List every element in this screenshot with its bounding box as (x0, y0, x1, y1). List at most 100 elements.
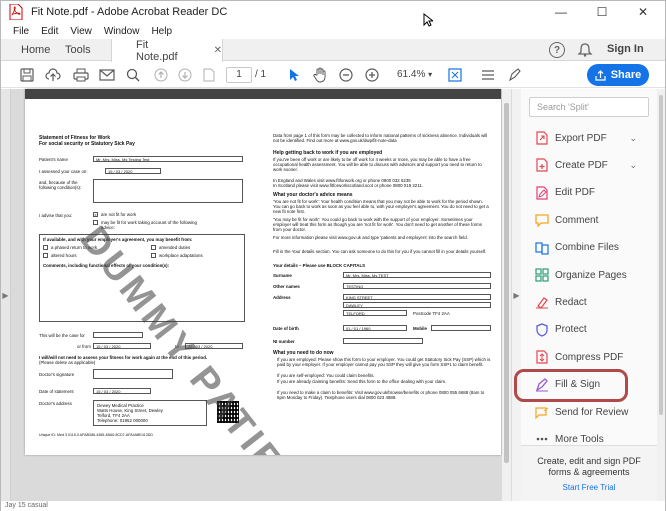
zoom-level-select[interactable]: 61.4% ▾ (397, 67, 432, 83)
tab-tools[interactable]: Tools (65, 39, 91, 61)
select-tool-button[interactable] (284, 65, 304, 85)
tools-scrollbar-thumb[interactable] (659, 95, 663, 415)
tools-pane: Search 'Split' Export PDF ⌄ Create PDF ⌄ Edi… (521, 89, 657, 501)
not-fit-checkbox[interactable]: x (93, 212, 98, 217)
patient-label: Patient's name (39, 157, 68, 162)
surname-field[interactable]: Mr, Mrs, Miss, Ms TEST (343, 272, 491, 278)
find-button[interactable] (123, 65, 143, 85)
tools-search-input[interactable]: Search 'Split' (529, 97, 649, 117)
your-details-heading: Your details – Please use BLOCK CAPITALS (273, 263, 366, 268)
tool-redact[interactable]: Redact (521, 291, 657, 313)
document-scrollbar[interactable] (502, 89, 511, 501)
tool-compress-pdf[interactable]: Compress PDF (521, 346, 657, 368)
chevron-down-icon[interactable]: ⌄ (629, 133, 637, 144)
scrollbar-thumb[interactable] (504, 103, 509, 463)
close-tab-icon[interactable]: ✕ (214, 45, 222, 56)
help-icon[interactable]: ? (549, 42, 565, 58)
tool-export-pdf[interactable]: Export PDF ⌄ (521, 127, 657, 149)
arrow-up-icon (154, 68, 168, 82)
help-text: If you've been off work or are likely to… (273, 157, 482, 173)
fit-page-button[interactable] (445, 65, 465, 85)
adaptations-label: workplace adaptations (159, 253, 203, 258)
maximize-button[interactable]: ☐ (582, 1, 622, 23)
claiming-bullet: If you are already claiming benefits: Se… (277, 379, 447, 384)
save-button[interactable] (17, 65, 37, 85)
page-icon (203, 68, 215, 82)
hand-tool-button[interactable] (310, 65, 330, 85)
date-statement-field[interactable]: 15 / 03 / 2020 (93, 388, 151, 394)
zoom-out-button[interactable] (336, 65, 356, 85)
tool-send-for-review[interactable]: Send for Review (521, 401, 657, 423)
tool-protect[interactable]: Protect (521, 319, 657, 341)
scotland-info: In Scotland please visit www.fitforworks… (273, 183, 424, 188)
dob-field[interactable]: 01 / 01 / 1960 (343, 325, 407, 331)
redact-icon (535, 295, 549, 310)
scroll-mode-icon (482, 70, 494, 80)
tool-comment[interactable]: Comment (521, 209, 657, 231)
share-label: Share (610, 69, 642, 81)
patient-name-field[interactable]: Mr, Mrs, Miss, Ms Testing Test (93, 156, 243, 162)
menu-view[interactable]: View (70, 26, 92, 37)
tool-create-pdf[interactable]: Create PDF ⌄ (521, 154, 657, 176)
tab-document[interactable]: Fit Note.pdf ✕ (111, 39, 223, 63)
combine-files-icon (535, 241, 549, 255)
address-line-2[interactable]: DAWLEY (343, 302, 491, 308)
signature-field[interactable] (93, 369, 173, 379)
upload-button[interactable] (43, 65, 63, 85)
ni-field[interactable] (343, 338, 423, 344)
minimize-button[interactable]: — (541, 1, 581, 23)
print-button[interactable] (71, 65, 91, 85)
scrolling-mode-button[interactable] (478, 65, 498, 85)
condition-field[interactable] (93, 179, 243, 203)
tab-home[interactable]: Home (21, 39, 50, 61)
page-number-input[interactable]: 1 (226, 67, 252, 83)
menu-edit[interactable]: Edit (41, 26, 58, 37)
start-free-trial-link[interactable]: Start Free Trial (521, 483, 657, 492)
left-panel-toggle[interactable]: ▶ (1, 89, 11, 501)
tool-label: Create PDF (555, 159, 608, 171)
share-button[interactable]: Share (587, 64, 649, 86)
menu-window[interactable]: Window (104, 26, 140, 37)
from-date-field[interactable]: 15 / 03 / 2020 (93, 343, 151, 349)
tool-label: Send for Review (555, 406, 629, 418)
sign-in-button[interactable]: Sign In (607, 43, 644, 55)
pdf-page[interactable]: Statement of Fitness for Work For social … (25, 89, 501, 455)
because-label: and, because of the following condition(… (39, 180, 82, 191)
adaptations-checkbox[interactable] (151, 253, 156, 258)
menu-file[interactable]: File (13, 26, 29, 37)
email-button[interactable] (97, 65, 117, 85)
phased-return-checkbox[interactable] (43, 245, 48, 250)
print-icon (73, 68, 89, 82)
tool-label: Comment (555, 214, 599, 226)
page-nav-button[interactable] (199, 65, 219, 85)
mobile-field[interactable] (431, 325, 491, 331)
other-names-field[interactable]: TESTING (343, 283, 491, 289)
assessed-date-field[interactable]: 15 / 03 / 2020 (105, 168, 161, 174)
zoom-in-button[interactable] (362, 65, 382, 85)
altered-hours-checkbox[interactable] (43, 253, 48, 258)
next-page-button[interactable] (175, 65, 195, 85)
address-line-3[interactable]: TELFORD (343, 310, 407, 316)
altered-hours-label: altered hours (51, 253, 77, 258)
advise-label: I advise that you: (39, 213, 73, 218)
tool-organize-pages[interactable]: Organize Pages (521, 264, 657, 286)
case-for-field[interactable] (93, 332, 143, 338)
notifications-icon[interactable] (577, 43, 593, 57)
right-panel-toggle[interactable]: ▶ (511, 89, 521, 501)
sign-tool-button[interactable] (505, 65, 525, 85)
address-line-1[interactable]: KING STREET (343, 294, 491, 300)
chevron-down-icon[interactable]: ⌄ (629, 160, 637, 171)
tools-scrollbar[interactable] (657, 89, 665, 501)
create-pdf-icon (535, 158, 549, 172)
tool-label: Edit PDF (555, 187, 596, 199)
tool-combine-files[interactable]: Combine Files (521, 237, 657, 259)
cloud-upload-icon (45, 68, 61, 81)
tool-edit-pdf[interactable]: Edit PDF (521, 182, 657, 204)
prev-page-button[interactable] (151, 65, 171, 85)
arrow-down-icon (178, 68, 192, 82)
chevron-right-icon: ▶ (2, 290, 9, 300)
address-label: Address (273, 295, 291, 300)
menu-help[interactable]: Help (151, 26, 172, 37)
close-button[interactable]: ✕ (623, 1, 663, 23)
amended-duties-checkbox[interactable] (151, 245, 156, 250)
